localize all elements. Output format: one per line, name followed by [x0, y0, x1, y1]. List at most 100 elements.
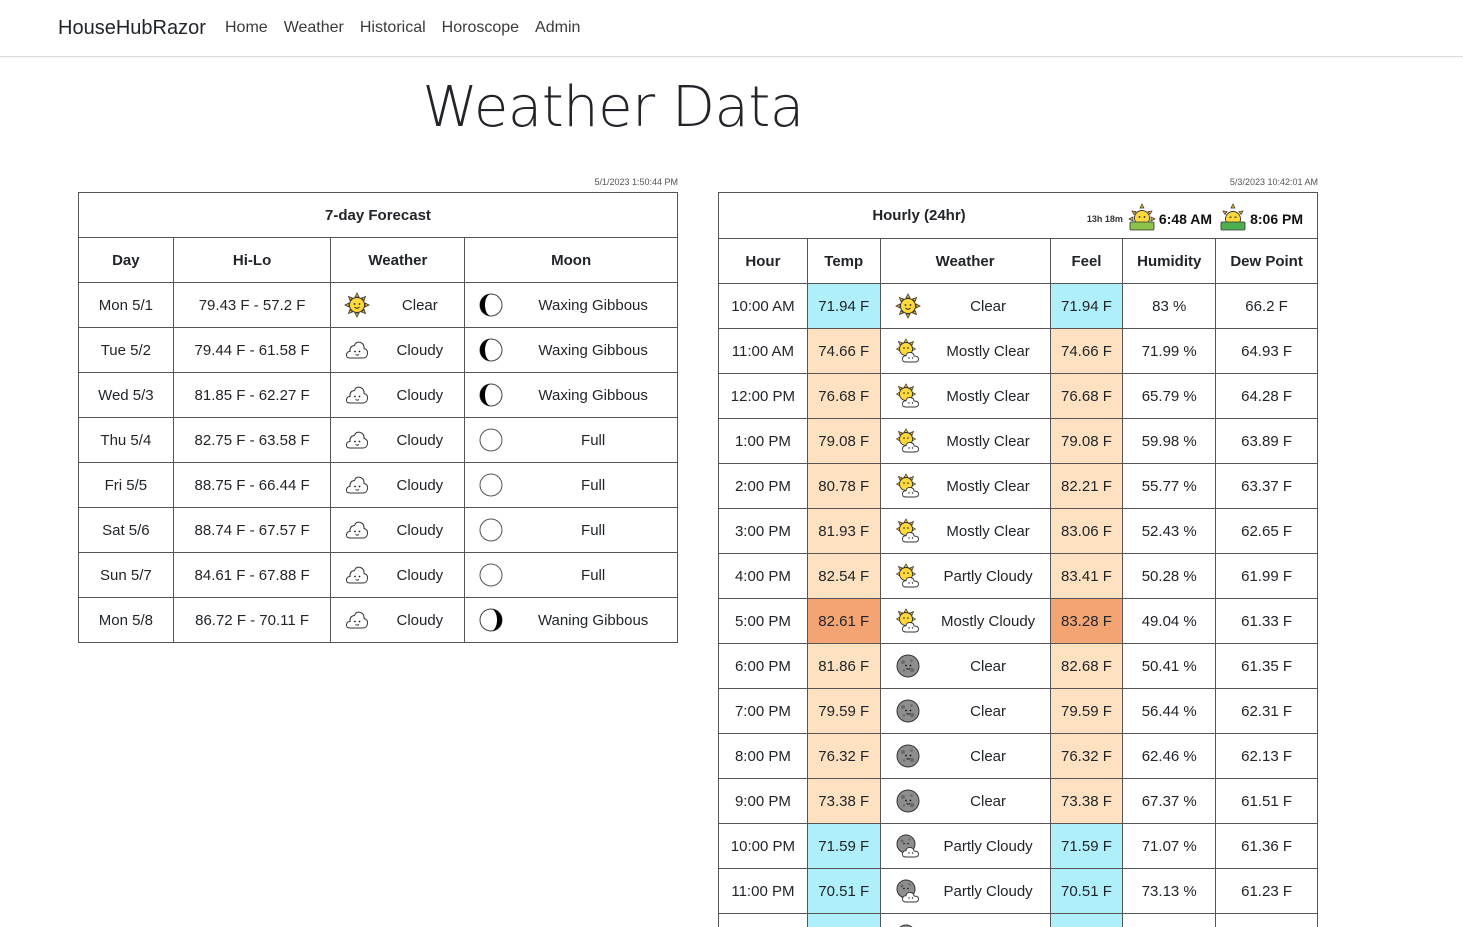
cloud-icon [344, 562, 370, 588]
hourly-temp: 76.68 F [806, 373, 881, 419]
forecast-hilo: 86.72 F - 70.11 F [172, 597, 332, 643]
forecast-moon-label: Waning Gibbous [537, 611, 649, 629]
hourly-row: 7:00 PM 79.59 F Clear 79.59 F 56.44 % 62.31 F [718, 688, 1318, 734]
forecast-moon: Full [464, 462, 678, 508]
hourly-dewpoint: 61.33 F [1215, 598, 1318, 644]
forecast-day: Mon 5/1 [78, 282, 174, 328]
nav-admin-link[interactable]: Admin [535, 19, 580, 37]
hourly-feel: 83.06 F [1049, 508, 1124, 554]
forecast-timestamp: 5/1/2023 1:50:44 PM [594, 177, 678, 187]
moon-waxing-gibbous-icon [479, 338, 503, 362]
forecast-moon: Full [464, 417, 678, 463]
hourly-hour: 5:00 PM [718, 598, 808, 644]
hourly-humidity: 49.04 % [1122, 598, 1217, 644]
hourly-dewpoint: 62.13 F [1215, 733, 1318, 779]
hourly-dewpoint: 64.93 F [1215, 328, 1318, 374]
nav-weather-link[interactable]: Weather [284, 19, 344, 37]
sun-times: 13h 18m 6:48 AM 8:06 PM [1087, 203, 1307, 235]
forecast-header-weather: Weather [330, 237, 466, 283]
nav-historical-link[interactable]: Historical [360, 19, 426, 37]
hourly-hour: 1:00 PM [718, 418, 808, 464]
forecast-title: 7-day Forecast [78, 192, 678, 238]
hourly-feel: 76.68 F [1049, 373, 1124, 419]
hourly-title-cell: Hourly (24hr) 13h 18m 6:48 AM 8:06 PM [718, 192, 1318, 239]
moon-full-icon [479, 428, 503, 452]
forecast-moon-label: Full [581, 476, 606, 494]
sun-cloud-icon [895, 383, 921, 409]
hourly-row: 8:00 PM 76.32 F Clear 76.32 F 62.46 % 62.13 F [718, 733, 1318, 779]
hourly-temp: 76.32 F [806, 733, 881, 779]
hourly-feel: 83.28 F [1049, 598, 1124, 644]
hourly-feel: 73.38 F [1049, 778, 1124, 824]
hourly-weather-label: Mostly Clear [946, 432, 1030, 450]
forecast-row: Wed 5/3 81.85 F - 62.27 F Cloudy Waxing Gib… [78, 372, 678, 418]
hourly-row: 10:00 PM 71.59 F Partly Cloudy 71.59 F 71.07… [718, 823, 1318, 869]
hourly-header-temp: Temp [806, 238, 881, 284]
hourly-humidity: 83 % [1122, 283, 1217, 329]
hourly-feel: 82.21 F [1049, 463, 1124, 509]
forecast-moon-label: Waxing Gibbous [538, 296, 648, 314]
hourly-weather: Partly Cloudy [879, 823, 1051, 869]
forecast-moon: Waxing Gibbous [464, 372, 678, 418]
hourly-dewpoint: 62.31 F [1215, 688, 1318, 734]
hourly-humidity: 62.46 % [1122, 733, 1217, 779]
forecast-moon-label: Waxing Gibbous [538, 386, 648, 404]
sunset-time: 8:06 PM [1250, 211, 1303, 227]
forecast-weather: Cloudy [330, 327, 466, 373]
hourly-temp: 71.94 F [806, 283, 881, 329]
nav-home-link[interactable]: Home [225, 19, 268, 37]
hourly-row: 9:00 PM 73.38 F Clear 73.38 F 67.37 % 61.51 F [718, 778, 1318, 824]
hourly-hour: 10:00 AM [718, 283, 808, 329]
hourly-dewpoint: 61.23 F [1215, 868, 1318, 914]
hourly-hour: 2:00 PM [718, 463, 808, 509]
hourly-weather-label: Mostly Cloudy [940, 612, 1036, 630]
hourly-weather-label: Partly Cloudy [943, 567, 1033, 585]
hourly-dewpoint: 62.65 F [1215, 508, 1318, 554]
sun-cloud-icon [895, 608, 921, 634]
hourly-temp: 82.61 F [806, 598, 881, 644]
nav-horoscope-link[interactable]: Horoscope [442, 19, 519, 37]
nav-links: Home Weather Historical Horoscope Admin [225, 19, 580, 37]
forecast-row: Fri 5/5 88.75 F - 66.44 F Cloudy Full [78, 462, 678, 508]
moon-full-icon [479, 563, 503, 587]
hourly-feel: 79.08 F [1049, 418, 1124, 464]
hourly-feel: 83.41 F [1049, 553, 1124, 599]
hourly-feel: 79.59 F [1049, 688, 1124, 734]
hourly-weather-label: Mostly Clear [946, 522, 1030, 540]
hourly-humidity: 56.44 % [1122, 688, 1217, 734]
forecast-header-hilo: Hi-Lo [172, 237, 332, 283]
hourly-row: 10:00 AM 71.94 F Clear 71.94 F 83 % 66.2 F [718, 283, 1318, 329]
brand-link[interactable]: HouseHubRazor [58, 17, 206, 40]
hourly-header-hour: Hour [718, 238, 808, 284]
hourly-humidity: 67.37 % [1122, 778, 1217, 824]
sun-face-icon [344, 292, 371, 318]
hourly-humidity: 55.77 % [1122, 463, 1217, 509]
hourly-temp: 82.54 F [806, 553, 881, 599]
hourly-header-humidity: Humidity [1122, 238, 1217, 284]
forecast-weather-label: Cloudy [396, 521, 444, 539]
hourly-table: Hourly (24hr) 13h 18m 6:48 AM 8:06 PM Ho… [718, 192, 1318, 927]
hourly-dewpoint: 66.2 F [1215, 283, 1318, 329]
sun-cloud-icon [895, 428, 921, 454]
moon-cloud-icon [895, 878, 921, 904]
forecast-weather-label: Cloudy [396, 566, 444, 584]
daylight-duration: 13h 18m [1086, 214, 1123, 224]
hourly-weather: Clear [879, 643, 1051, 689]
forecast-weather-label: Cloudy [396, 431, 444, 449]
hourly-humidity: 71.07 % [1122, 823, 1217, 869]
forecast-weather: Cloudy [330, 552, 466, 598]
hourly-timestamp: 5/3/2023 10:42:01 AM [1229, 177, 1318, 187]
hourly-weather: Mostly Clear [879, 463, 1051, 509]
hourly-hour: 4:00 PM [718, 553, 808, 599]
sun-cloud-icon [895, 473, 921, 499]
moon-face-icon [895, 698, 921, 724]
sun-face-icon [894, 293, 921, 319]
forecast-moon: Waxing Gibbous [464, 327, 678, 373]
hourly-dewpoint: 61.51 F [1215, 778, 1318, 824]
hourly-header-weather: Weather [879, 238, 1051, 284]
moon-full-icon [479, 473, 503, 497]
forecast-weather-label: Cloudy [396, 611, 444, 629]
cloud-icon [344, 382, 370, 408]
hourly-weather-label: Partly Cloudy [943, 837, 1033, 855]
hourly-temp: 80.78 F [806, 463, 881, 509]
